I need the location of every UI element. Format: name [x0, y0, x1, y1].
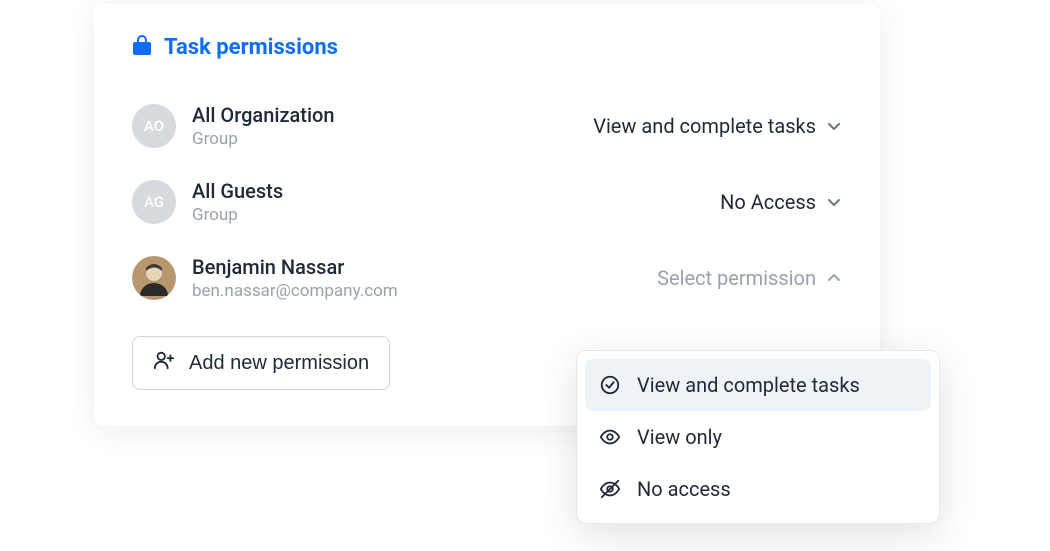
identity-block: AO All Organization Group — [132, 102, 335, 150]
permission-select[interactable]: View and complete tasks — [593, 114, 842, 138]
permission-select[interactable]: No Access — [720, 190, 842, 214]
permission-select[interactable]: Select permission — [657, 266, 842, 290]
panel-title: Task permissions — [164, 35, 338, 60]
chevron-down-icon — [826, 194, 842, 210]
dropdown-option-label: View and complete tasks — [637, 373, 860, 397]
panel-header: Task permissions — [132, 34, 842, 60]
dropdown-option-view-complete[interactable]: View and complete tasks — [585, 359, 931, 411]
permission-value: No Access — [720, 190, 816, 214]
identity-name: Benjamin Nassar — [192, 254, 398, 280]
check-circle-icon — [599, 374, 623, 396]
lock-icon — [132, 34, 152, 60]
permission-value: View and complete tasks — [593, 114, 816, 138]
eye-icon — [599, 426, 623, 448]
identity-text: All Guests Group — [192, 178, 283, 226]
dropdown-option-no-access[interactable]: No access — [585, 463, 931, 515]
permission-dropdown: View and complete tasks View only No acc… — [576, 350, 940, 524]
dropdown-option-label: View only — [637, 425, 722, 449]
permission-row: Benjamin Nassar ben.nassar@company.com S… — [132, 240, 842, 316]
add-permission-label: Add new permission — [189, 352, 369, 375]
dropdown-option-label: No access — [637, 477, 731, 501]
identity-block: Benjamin Nassar ben.nassar@company.com — [132, 254, 398, 302]
person-plus-icon — [153, 349, 175, 377]
avatar-initials: AG — [132, 180, 176, 224]
chevron-down-icon — [826, 118, 842, 134]
identity-sub: Group — [192, 128, 335, 150]
chevron-up-icon — [826, 270, 842, 286]
identity-sub: ben.nassar@company.com — [192, 280, 398, 302]
identity-name: All Organization — [192, 102, 335, 128]
avatar-user — [132, 256, 176, 300]
identity-block: AG All Guests Group — [132, 178, 283, 226]
eye-off-icon — [599, 478, 623, 500]
permission-row: AG All Guests Group No Access — [132, 164, 842, 240]
permission-value: Select permission — [657, 266, 816, 290]
identity-sub: Group — [192, 204, 283, 226]
dropdown-option-view-only[interactable]: View only — [585, 411, 931, 463]
identity-text: All Organization Group — [192, 102, 335, 150]
identity-name: All Guests — [192, 178, 283, 204]
add-permission-button[interactable]: Add new permission — [132, 336, 390, 390]
avatar-initials: AO — [132, 104, 176, 148]
identity-text: Benjamin Nassar ben.nassar@company.com — [192, 254, 398, 302]
permission-row: AO All Organization Group View and compl… — [132, 88, 842, 164]
